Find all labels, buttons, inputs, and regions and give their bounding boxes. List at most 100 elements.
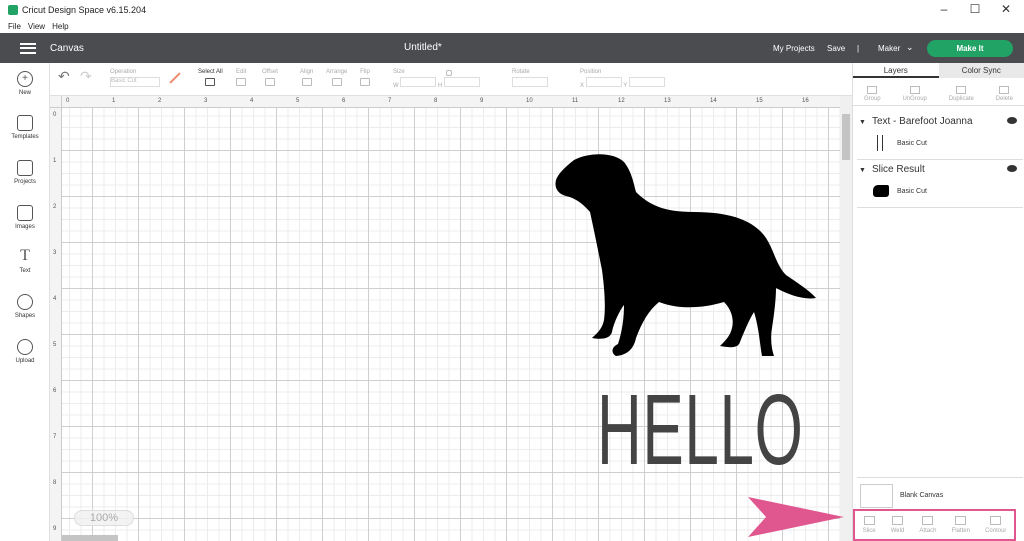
make-it-button[interactable]: Make It xyxy=(927,40,1013,57)
offset-button[interactable]: Offset xyxy=(262,69,278,86)
rotate-label: Rotate xyxy=(512,69,530,75)
flip-button[interactable]: Flip xyxy=(360,69,370,86)
ruler-top-label: 7 xyxy=(388,98,392,104)
canvas-hello-text[interactable]: HELLO xyxy=(597,380,803,480)
eye-icon[interactable] xyxy=(1007,165,1017,172)
select-all-button[interactable]: Select All xyxy=(198,69,223,86)
dog-silhouette[interactable] xyxy=(554,150,818,360)
eye-icon[interactable] xyxy=(1007,117,1017,124)
document-title: Untitled* xyxy=(404,42,442,53)
machine-select[interactable]: Maker xyxy=(878,44,900,53)
contour-icon xyxy=(990,516,1002,525)
ruler-left-label: 6 xyxy=(53,388,57,394)
maximize-button[interactable]: ☐ xyxy=(961,2,989,16)
dog-layer-thumbnail-icon xyxy=(873,185,889,197)
delete-button[interactable]: Delete xyxy=(996,86,1013,102)
sidebar-item-new[interactable]: + New xyxy=(0,71,50,96)
blank-canvas-swatch[interactable] xyxy=(860,484,893,508)
my-projects-link[interactable]: My Projects xyxy=(773,44,815,53)
close-button[interactable]: ✕ xyxy=(992,2,1020,16)
group-label: Group xyxy=(863,96,881,102)
ungroup-label: UnGroup xyxy=(902,96,927,102)
layer-operation[interactable]: Basic Cut xyxy=(897,188,927,195)
undo-icon[interactable]: ↶ xyxy=(58,68,70,84)
arrange-label: Arrange xyxy=(326,69,348,75)
flatten-button[interactable]: Flatten xyxy=(952,516,970,534)
ruler-left: 0 1 2 3 4 5 6 7 8 9 xyxy=(50,108,62,541)
header-separator: | xyxy=(857,44,860,53)
width-input[interactable] xyxy=(400,77,437,87)
ungroup-button[interactable]: UnGroup xyxy=(903,86,927,102)
contour-button[interactable]: Contour xyxy=(985,516,1006,534)
collapse-triangle-icon[interactable]: ▼ xyxy=(859,167,866,174)
duplicate-button[interactable]: Duplicate xyxy=(949,86,974,102)
scrollbar-thumb[interactable] xyxy=(842,114,850,160)
hamburger-menu-icon[interactable] xyxy=(20,42,36,54)
tab-color-sync[interactable]: Color Sync xyxy=(938,63,1024,78)
layer-text-header[interactable]: ▼ Text - Barefoot Joanna xyxy=(859,116,1019,127)
flip-icon xyxy=(360,78,370,86)
weld-button[interactable]: Weld xyxy=(890,516,905,534)
sidebar-item-shapes[interactable]: Shapes xyxy=(0,294,50,319)
sidebar-item-projects[interactable]: Projects xyxy=(0,160,50,185)
delete-label: Delete xyxy=(995,96,1014,102)
arrange-button[interactable]: Arrange xyxy=(326,69,347,86)
layer-divider xyxy=(857,159,1023,160)
attach-button[interactable]: Attach xyxy=(919,516,936,534)
edit-toolbar: ↶ ↷ Operation Basic Cut Select All Edit … xyxy=(50,63,852,96)
height-input[interactable] xyxy=(444,77,481,87)
menu-file[interactable]: File xyxy=(8,22,21,31)
sidebar-item-upload[interactable]: Upload xyxy=(0,339,50,364)
minimize-button[interactable]: – xyxy=(930,2,958,16)
menu-view[interactable]: View xyxy=(28,22,45,31)
layer-divider xyxy=(857,477,1023,478)
edit-label: Edit xyxy=(236,69,247,75)
pen-color-icon[interactable] xyxy=(169,72,181,84)
layer-slice-header[interactable]: ▼ Slice Result xyxy=(859,164,1019,175)
align-label: Align xyxy=(300,69,314,75)
slice-label: Slice xyxy=(862,528,876,534)
lock-icon[interactable] xyxy=(446,70,452,76)
shirt-icon xyxy=(17,115,33,131)
vertical-scrollbar[interactable] xyxy=(840,96,852,541)
menu-help[interactable]: Help xyxy=(52,22,68,31)
sidebar-item-text[interactable]: T Text xyxy=(0,248,50,275)
ruler-top-label: 14 xyxy=(710,98,717,104)
operation-select[interactable]: Basic Cut xyxy=(110,77,160,87)
sidebar-item-images[interactable]: Images xyxy=(0,205,50,230)
edit-button[interactable]: Edit xyxy=(236,69,246,86)
y-input[interactable] xyxy=(628,77,665,87)
sidebar-item-templates[interactable]: Templates xyxy=(0,115,50,140)
x-input[interactable] xyxy=(585,77,622,87)
pink-arrow-annotation xyxy=(748,497,844,537)
arrange-icon xyxy=(331,78,342,86)
panel-tabs: Layers Color Sync xyxy=(853,63,1024,78)
sidebar-label: Upload xyxy=(15,358,35,364)
slice-button[interactable]: Slice xyxy=(863,516,876,534)
operation-control[interactable]: Operation Basic Cut xyxy=(110,69,160,87)
save-link[interactable]: Save xyxy=(827,44,845,53)
slice-icon xyxy=(863,516,875,525)
align-button[interactable]: Align xyxy=(300,69,313,86)
rotate-input[interactable] xyxy=(512,77,548,87)
ruler-top-label: 12 xyxy=(618,98,625,104)
layer-operation[interactable]: Basic Cut xyxy=(897,140,927,147)
ruler-left-label: 9 xyxy=(53,526,57,532)
ruler-left-label: 3 xyxy=(53,250,57,256)
sidebar-label: Projects xyxy=(14,179,36,185)
ruler-top: 0 1 2 3 4 5 6 7 8 9 10 11 12 13 14 15 16 xyxy=(62,96,840,108)
chevron-down-icon[interactable]: ⌄ xyxy=(906,42,914,53)
zoom-level[interactable]: 100% xyxy=(74,510,134,526)
sidebar-label: Templates xyxy=(11,134,39,140)
redo-icon[interactable]: ↷ xyxy=(80,68,92,84)
section-title: Canvas xyxy=(50,42,84,54)
group-button[interactable]: Group xyxy=(864,86,881,102)
ruler-left-label: 1 xyxy=(53,158,57,164)
horizontal-scrollbar-thumb[interactable] xyxy=(62,535,118,541)
collapse-triangle-icon[interactable]: ▼ xyxy=(859,119,866,126)
ruler-left-label: 4 xyxy=(53,296,57,302)
layer-name: Text - Barefoot Joanna xyxy=(871,116,973,127)
weld-label: Weld xyxy=(890,528,905,534)
tab-layers[interactable]: Layers xyxy=(853,63,939,78)
ruler-top-label: 4 xyxy=(250,98,254,104)
